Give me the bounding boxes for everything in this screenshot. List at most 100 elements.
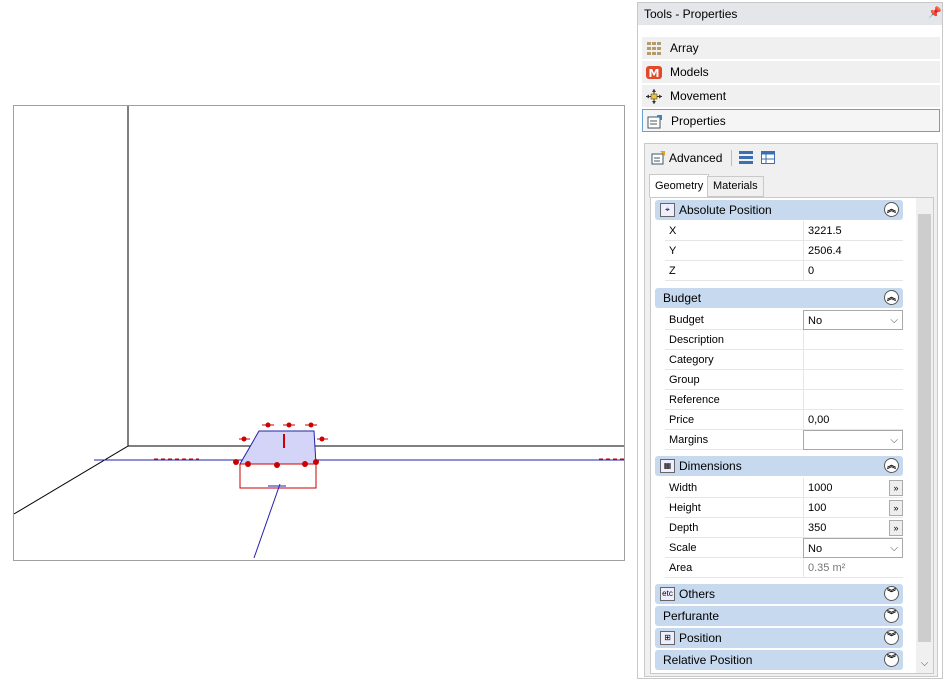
prop-label: Area (669, 562, 693, 574)
prop-label: Category (669, 354, 714, 366)
prop-label: Price (669, 414, 695, 426)
prop-row-height: Height 100 » (665, 498, 903, 518)
section-budget[interactable]: Budget ︽ (655, 288, 903, 308)
section-relative-position[interactable]: Relative Position ︾ (655, 650, 903, 670)
prop-row-description: Description (665, 330, 903, 350)
height-value[interactable]: 100 (803, 498, 887, 518)
handle (274, 462, 280, 468)
properties-body: Advanced Geometry Materials ⌖ Absolute P… (644, 143, 938, 677)
handle (313, 459, 319, 465)
scroll-thumb[interactable] (918, 214, 931, 642)
prop-label: Budget (669, 314, 704, 326)
margins-select[interactable]: ⌵ (803, 430, 903, 450)
direction-line (253, 483, 281, 559)
category-value[interactable] (803, 350, 903, 370)
price-value[interactable]: 0,00 (803, 410, 903, 430)
tool-properties[interactable]: Properties (642, 109, 940, 132)
section-title: Dimensions (679, 459, 742, 473)
group-value[interactable] (803, 370, 903, 390)
depth-ellipsis-button[interactable]: » (889, 520, 903, 536)
y-axis-line (14, 445, 129, 515)
prop-row-category: Category (665, 350, 903, 370)
tool-array[interactable]: Array (642, 37, 940, 60)
section-dimensions[interactable]: ▦ Dimensions ︽ (655, 456, 903, 476)
scroll-down-icon[interactable]: ⌵ (916, 657, 933, 671)
advanced-button[interactable]: Advanced (649, 148, 722, 168)
expand-icon[interactable]: ︾ (884, 630, 899, 645)
section-position[interactable]: ⊞ Position ︾ (655, 628, 903, 648)
section-perfurante[interactable]: Perfurante ︾ (655, 606, 903, 626)
advanced-label: Advanced (669, 151, 723, 165)
vertical-scrollbar[interactable]: ⌵ (916, 198, 933, 673)
properties-icon (647, 115, 662, 129)
tab-geometry[interactable]: Geometry (649, 174, 710, 198)
description-value[interactable] (803, 330, 903, 350)
advanced-icon (651, 151, 665, 165)
prop-label: Description (669, 334, 725, 346)
width-value[interactable]: 1000 (803, 478, 887, 498)
collapse-icon[interactable]: ︽ (884, 202, 899, 217)
section-absolute-position[interactable]: ⌖ Absolute Position ︽ (655, 200, 903, 220)
position-icon: ⊞ (660, 631, 675, 645)
prop-label: Group (669, 374, 700, 386)
area-value: 0.35 m² (803, 558, 903, 578)
section-others[interactable]: etc Others ︾ (655, 584, 903, 604)
etc-icon: etc (660, 587, 675, 601)
tool-movement[interactable]: Movement (642, 85, 940, 108)
z-value[interactable]: 0 (803, 261, 903, 281)
prop-label: Y (669, 245, 677, 257)
section-title: Position (679, 631, 722, 645)
section-title: Absolute Position (679, 203, 772, 217)
prop-label: Z (669, 265, 676, 277)
tool-properties-label: Properties (671, 114, 726, 128)
scale-value: No (808, 543, 823, 555)
panel-title: Tools - Properties (638, 3, 942, 25)
dimensions-icon: ▦ (660, 459, 675, 473)
scale-select[interactable]: No ⌵ (803, 538, 903, 558)
expand-icon[interactable]: ︾ (884, 608, 899, 623)
collapse-icon[interactable]: ︽ (884, 290, 899, 305)
prop-row-scale: Scale No ⌵ (665, 538, 903, 558)
prop-label: Height (669, 502, 701, 514)
prop-row-reference: Reference (665, 390, 903, 410)
handle (302, 461, 308, 467)
prop-row-z: Z 0 (665, 261, 903, 281)
pin-icon[interactable]: 📌 (928, 7, 942, 20)
tab-materials[interactable]: Materials (707, 176, 764, 197)
chevron-down-icon: ⌵ (890, 315, 898, 326)
prop-row-area: Area 0.35 m² (665, 558, 903, 578)
expand-icon[interactable]: ︾ (884, 586, 899, 601)
property-grid: ⌖ Absolute Position ︽ X 3221.5 Y 2506.4 … (650, 197, 934, 674)
width-ellipsis-button[interactable]: » (889, 480, 903, 496)
tool-movement-label: Movement (670, 89, 727, 103)
tool-models[interactable]: M Models (642, 61, 940, 84)
chevron-down-icon: ⌵ (890, 543, 898, 554)
budget-value: No (808, 315, 823, 327)
prop-label: Depth (669, 522, 699, 534)
expand-icon[interactable]: ︾ (884, 652, 899, 667)
section-title: Perfurante (663, 609, 720, 623)
height-ellipsis-button[interactable]: » (889, 500, 903, 516)
reference-value[interactable] (803, 390, 903, 410)
svg-text:M: M (649, 67, 660, 80)
categorized-view-icon[interactable] (739, 151, 753, 164)
tool-models-label: Models (670, 65, 709, 79)
tools-properties-panel: Tools - Properties 📌 Array M Models Move… (637, 2, 943, 679)
y-value[interactable]: 2506.4 (803, 241, 903, 261)
prop-row-budget: Budget No ⌵ (665, 310, 903, 330)
collapse-icon[interactable]: ︽ (884, 458, 899, 473)
prop-row-group: Group (665, 370, 903, 390)
prop-row-y: Y 2506.4 (665, 241, 903, 261)
section-title: Others (679, 587, 716, 601)
budget-select[interactable]: No ⌵ (803, 310, 903, 330)
prop-row-price: Price 0,00 (665, 410, 903, 430)
3d-viewport[interactable] (13, 105, 625, 561)
table-view-icon[interactable] (761, 151, 775, 164)
prop-label: Scale (669, 542, 697, 554)
section-title: Relative Position (663, 653, 753, 667)
models-icon: M (646, 66, 662, 80)
coordinates-icon: ⌖ (660, 203, 675, 217)
depth-value[interactable]: 350 (803, 518, 887, 538)
scene-canvas[interactable] (14, 106, 625, 561)
x-value[interactable]: 3221.5 (803, 221, 903, 241)
